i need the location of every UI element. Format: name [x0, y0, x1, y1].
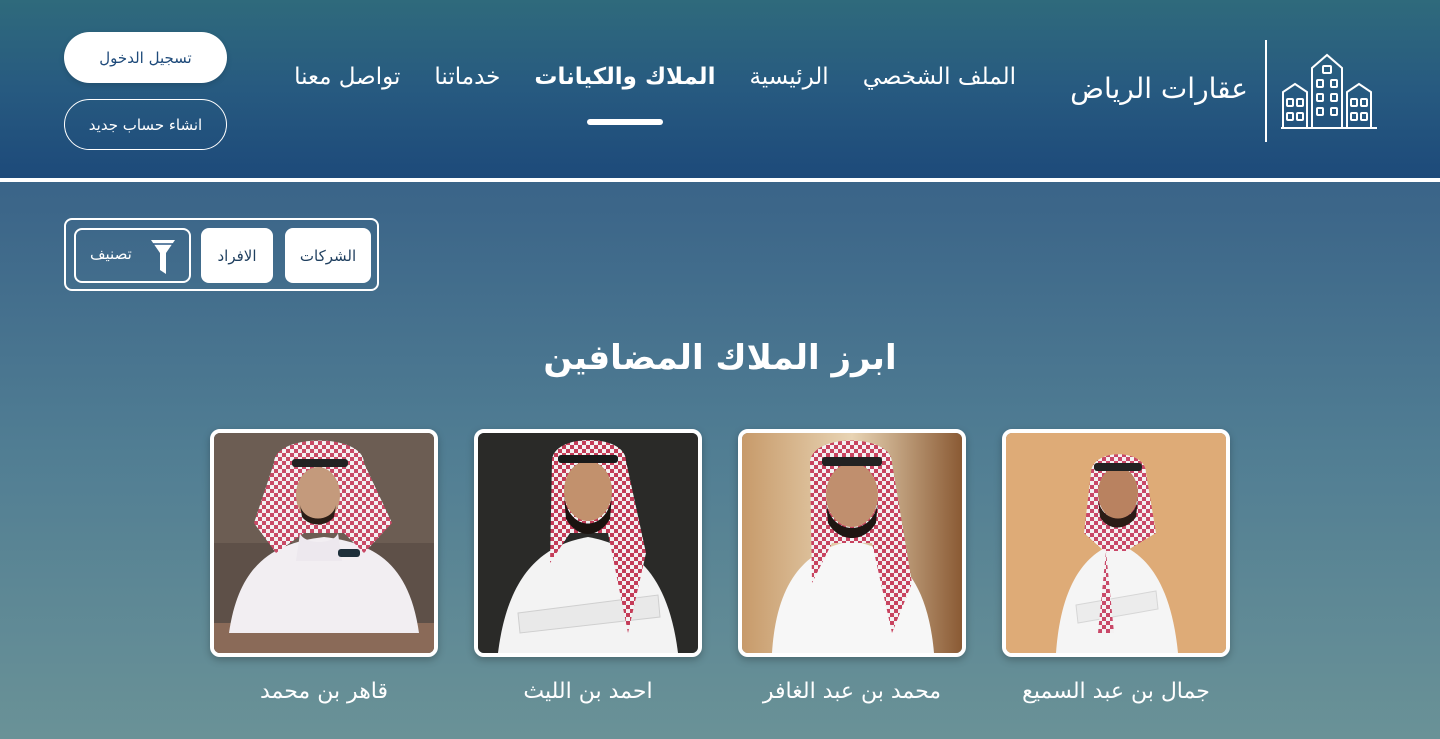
site-header: عقارات الرياض الملف الشخصي الرئيسية المل…: [0, 0, 1440, 178]
section-title: ابرز الملاك المضافين: [543, 338, 897, 378]
owner-name: محمد بن عبد الغافر: [762, 679, 942, 704]
buildings-logo-icon: [1281, 53, 1377, 129]
nav-item-services[interactable]: خدماتنا: [434, 64, 500, 98]
filter-companies-button[interactable]: الشركات: [285, 228, 371, 283]
sort-button[interactable]: تصنيف: [74, 228, 191, 283]
owner-card[interactable]: محمد بن عبد الغافر: [738, 429, 966, 704]
nav-item-contact[interactable]: تواصل معنا: [294, 64, 400, 98]
owner-name: قاهر بن محمد: [259, 679, 389, 704]
header-divider: [0, 178, 1440, 182]
owner-photo[interactable]: [1002, 429, 1230, 657]
owner-photo[interactable]: [474, 429, 702, 657]
owner-photo[interactable]: [738, 429, 966, 657]
nav-item-profile[interactable]: الملف الشخصي: [863, 64, 1016, 98]
login-button[interactable]: تسجيل الدخول: [64, 32, 227, 83]
nav-item-owners-entities[interactable]: الملاك والكيانات: [534, 64, 715, 98]
owner-photo[interactable]: [210, 429, 438, 657]
logo-divider: [1265, 40, 1267, 142]
main-nav: الملف الشخصي الرئيسية الملاك والكيانات خ…: [294, 64, 1016, 98]
owner-name: احمد بن الليث: [523, 679, 653, 704]
owner-card[interactable]: قاهر بن محمد: [210, 429, 438, 704]
nav-item-home[interactable]: الرئيسية: [749, 64, 828, 98]
sort-label: تصنيف: [90, 245, 132, 263]
owner-card[interactable]: احمد بن الليث: [474, 429, 702, 704]
owner-card[interactable]: جمال بن عبد السميع: [1002, 429, 1230, 704]
owner-name: جمال بن عبد السميع: [1022, 679, 1210, 704]
register-button[interactable]: انشاء حساب جديد: [64, 99, 227, 150]
funnel-icon: [151, 240, 175, 274]
filter-individuals-button[interactable]: الافراد: [201, 228, 273, 283]
site-logo-text[interactable]: عقارات الرياض: [1070, 72, 1248, 105]
filter-bar: الشركات الافراد تصنيف: [64, 218, 379, 291]
